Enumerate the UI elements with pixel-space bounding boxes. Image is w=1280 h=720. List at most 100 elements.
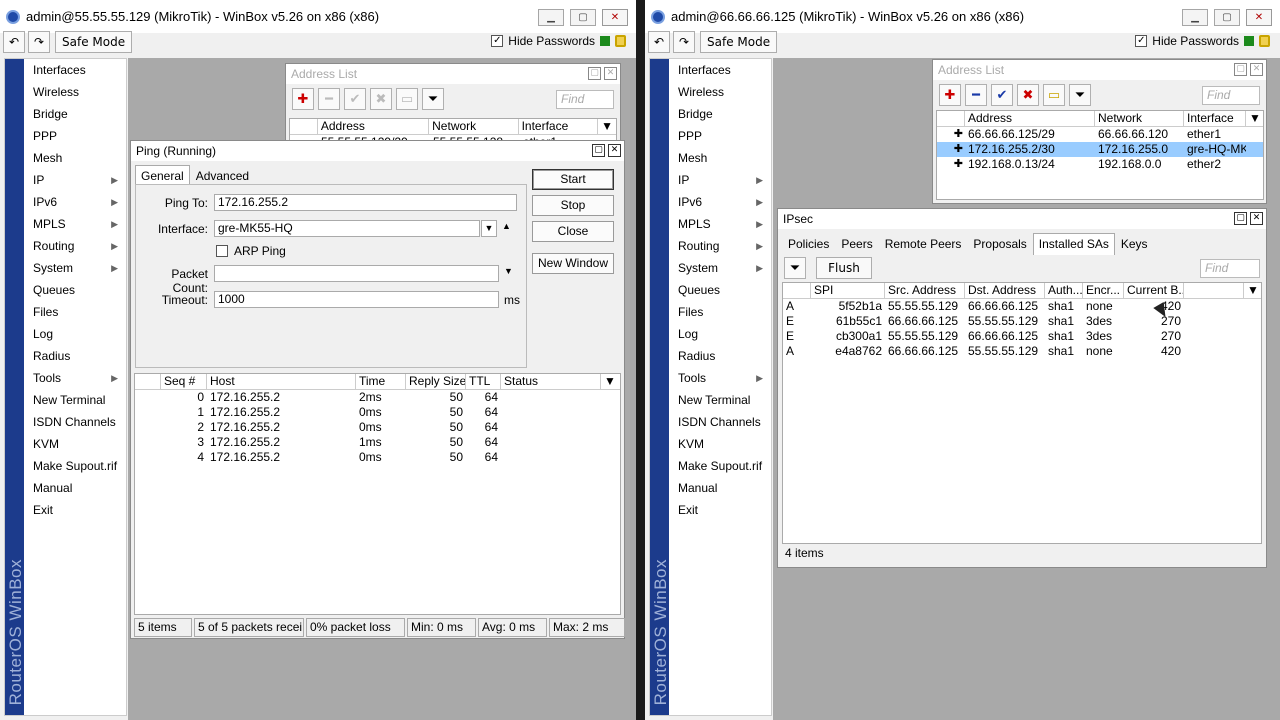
sidebar-item-routing[interactable]: Routing ▶ [24, 235, 126, 257]
window-maximize-icon[interactable]: ▢ [1234, 212, 1247, 225]
sidebar-item-files[interactable]: Files [669, 301, 771, 323]
close-ping-button[interactable]: Close [532, 221, 614, 242]
table-row[interactable]: Ecb300a1 55.55.55.129 66.66.66.125 sha1 3des… [783, 329, 1261, 344]
column-menu-icon[interactable]: ▼ [601, 374, 619, 389]
col-spi[interactable]: SPI [811, 283, 885, 298]
tab-policies[interactable]: Policies [782, 233, 835, 255]
hide-passwords-toggle[interactable]: ✓ Hide Passwords [491, 34, 626, 48]
sidebar-item-bridge[interactable]: Bridge [669, 103, 771, 125]
hide-passwords-toggle[interactable]: ✓ Hide Passwords [1135, 34, 1270, 48]
sidebar-item-ppp[interactable]: PPP [24, 125, 126, 147]
sidebar-item-tools[interactable]: Tools ▶ [669, 367, 771, 389]
table-row[interactable]: E 61b55c1 66.66.66.125 55.55.55.129 sha1 3des… [783, 314, 1261, 329]
col-status[interactable]: Status [501, 374, 601, 389]
sidebar-item-exit[interactable]: Exit [24, 499, 126, 521]
redo-button[interactable]: ↷ [673, 31, 695, 53]
col-src-address[interactable]: Src. Address [885, 283, 965, 298]
sidebar-item-isdn-channels[interactable]: ISDN Channels [669, 411, 771, 433]
window-close-icon[interactable]: ✕ [1250, 212, 1263, 225]
window-maximize-icon[interactable]: ▢ [588, 67, 601, 80]
col-host[interactable]: Host [207, 374, 356, 389]
comment-icon[interactable]: ▭ [396, 88, 418, 110]
sidebar-item-system[interactable]: System ▶ [24, 257, 126, 279]
remove-icon[interactable]: ━ [965, 84, 987, 106]
packet-count-field[interactable] [214, 265, 499, 282]
tab-peers[interactable]: Peers [835, 233, 878, 255]
sidebar-item-files[interactable]: Files [24, 301, 126, 323]
sidebar-item-wireless[interactable]: Wireless [669, 81, 771, 103]
sidebar-item-make-supout-rif[interactable]: Make Supout.rif [669, 455, 771, 477]
minimize-button[interactable]: ▁ [538, 9, 564, 26]
tab-installed-sas[interactable]: Installed SAs [1032, 233, 1115, 255]
sidebar-item-log[interactable]: Log [24, 323, 126, 345]
start-button[interactable]: Start [532, 169, 614, 190]
collapse-arrow-icon[interactable]: ▲ [502, 221, 511, 231]
disable-icon[interactable]: ✖ [1017, 84, 1039, 106]
col-network[interactable]: Network [429, 119, 519, 134]
flush-button[interactable]: Flush [816, 257, 872, 279]
col-dst-address[interactable]: Dst. Address [965, 283, 1045, 298]
col-reply-size[interactable]: Reply Size [406, 374, 466, 389]
table-row[interactable]: ✚ 172.16.255.2/30 172.16.255.0 gre-HQ-MK55 [937, 142, 1263, 157]
table-row[interactable]: Ae4a8762 66.66.66.125 55.55.55.129 sha1 none… [783, 344, 1261, 359]
col-address[interactable]: Address [318, 119, 430, 134]
sidebar-item-wireless[interactable]: Wireless [24, 81, 126, 103]
col-encr[interactable]: Encr... [1083, 283, 1124, 298]
column-menu-icon[interactable]: ▼ [598, 119, 616, 134]
sidebar-item-bridge[interactable]: Bridge [24, 103, 126, 125]
table-row[interactable]: ✚ 66.66.66.125/29 66.66.66.120 ether1 [937, 127, 1263, 142]
hide-passwords-checkbox[interactable]: ✓ [491, 35, 504, 47]
table-row[interactable]: A 5f52b1a 55.55.55.129 66.66.66.125 sha1 none… [783, 299, 1261, 314]
table-row[interactable]: 3 172.16.255.2 1ms 50 64 [135, 435, 620, 450]
sidebar-item-ip[interactable]: IP ▶ [669, 169, 771, 191]
window-maximize-icon[interactable]: ▢ [592, 144, 605, 157]
safe-mode-button[interactable]: Safe Mode [700, 31, 778, 53]
redo-button[interactable]: ↷ [28, 31, 50, 53]
sidebar-item-manual[interactable]: Manual [24, 477, 126, 499]
sidebar-item-tools[interactable]: Tools ▶ [24, 367, 126, 389]
add-icon[interactable]: ✚ [939, 84, 961, 106]
stop-button[interactable]: Stop [532, 195, 614, 216]
col-network[interactable]: Network [1095, 111, 1184, 126]
comment-icon[interactable]: ▭ [1043, 84, 1065, 106]
col-flags[interactable] [783, 283, 811, 298]
table-row[interactable]: 4 172.16.255.2 0ms 50 64 [135, 450, 620, 465]
undo-button[interactable]: ↶ [648, 31, 670, 53]
find-input[interactable]: Find [1200, 259, 1260, 278]
maximize-button[interactable]: ▢ [570, 9, 596, 26]
table-row[interactable]: 0 172.16.255.2 2ms 50 64 [135, 390, 620, 405]
table-row[interactable]: 1 172.16.255.2 0ms 50 64 [135, 405, 620, 420]
col-address[interactable]: Address [965, 111, 1095, 126]
remove-icon[interactable]: ━ [318, 88, 340, 110]
column-menu-icon[interactable]: ▼ [1244, 283, 1261, 298]
sidebar-item-make-supout-rif[interactable]: Make Supout.rif [24, 455, 126, 477]
col-auth[interactable]: Auth... [1045, 283, 1083, 298]
sidebar-item-queues[interactable]: Queues [24, 279, 126, 301]
tab-proposals[interactable]: Proposals [967, 233, 1032, 255]
col-seq[interactable]: Seq # [161, 374, 207, 389]
sidebar-item-radius[interactable]: Radius [669, 345, 771, 367]
sidebar-item-kvm[interactable]: KVM [24, 433, 126, 455]
enable-icon[interactable]: ✔ [991, 84, 1013, 106]
minimize-button[interactable]: ▁ [1182, 9, 1208, 26]
sidebar-item-mpls[interactable]: MPLS ▶ [24, 213, 126, 235]
find-input[interactable]: Find [556, 89, 614, 109]
filter-icon[interactable]: ⏷ [784, 257, 806, 279]
sidebar-item-exit[interactable]: Exit [669, 499, 771, 521]
sidebar-item-mpls[interactable]: MPLS ▶ [669, 213, 771, 235]
window-close-icon[interactable]: ✕ [604, 67, 617, 80]
add-icon[interactable]: ✚ [292, 88, 314, 110]
sidebar-item-ipv6[interactable]: IPv6 ▶ [24, 191, 126, 213]
safe-mode-button[interactable]: Safe Mode [55, 31, 133, 53]
sidebar-item-radius[interactable]: Radius [24, 345, 126, 367]
sidebar-item-log[interactable]: Log [669, 323, 771, 345]
close-button[interactable]: ✕ [602, 9, 628, 26]
col-interface[interactable]: Interface [1184, 111, 1246, 126]
hide-passwords-checkbox[interactable]: ✓ [1135, 35, 1148, 47]
window-close-icon[interactable]: ✕ [1250, 63, 1263, 76]
col-interface[interactable]: Interface [519, 119, 599, 134]
sidebar-item-routing[interactable]: Routing ▶ [669, 235, 771, 257]
tab-remote-peers[interactable]: Remote Peers [879, 233, 968, 255]
find-input[interactable]: Find [1202, 85, 1260, 105]
disable-icon[interactable]: ✖ [370, 88, 392, 110]
